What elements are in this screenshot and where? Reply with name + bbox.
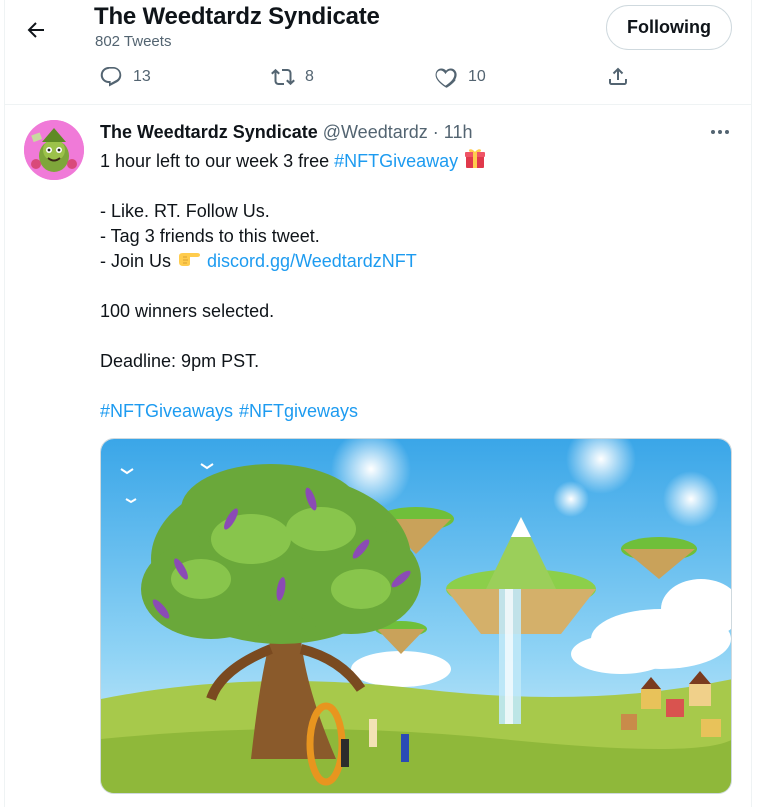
retweet-icon	[271, 68, 295, 86]
profile-title: The Weedtardz Syndicate	[94, 3, 380, 30]
tweet-line: Deadline: 9pm PST.	[100, 351, 260, 371]
tweet-line-text: 1 hour left to our week 3 free	[100, 151, 335, 171]
share-upload-icon	[609, 67, 627, 85]
tweet-count: 802 Tweets	[95, 33, 172, 50]
like-action[interactable]: 10	[434, 62, 486, 92]
author-handle[interactable]: @Weedtardz	[323, 122, 428, 142]
tweet-line: 100 winners selected.	[100, 301, 275, 321]
tweet-line: - Tag 3 friends to this tweet.	[100, 226, 320, 246]
tweet-media-image[interactable]	[100, 438, 732, 794]
tweet-line: #NFTGiveaways #NFTgiveways	[100, 399, 730, 424]
tweet-header: The Weedtardz Syndicate @Weedtardz · 11h	[100, 122, 472, 143]
separator-dot: ·	[432, 122, 439, 142]
discord-link[interactable]: discord.gg/WeedtardzNFT	[207, 249, 417, 274]
ellipsis-icon	[711, 130, 729, 134]
more-options-button[interactable]	[706, 122, 734, 142]
following-button[interactable]: Following	[606, 5, 732, 50]
like-count: 10	[468, 68, 486, 85]
tweet-line: 1 hour left to our week 3 free #NFTGivea…	[100, 149, 730, 174]
tweet-divider	[4, 104, 752, 105]
arrow-left-icon	[27, 22, 44, 38]
tweet-line-text: - Join Us	[100, 251, 172, 271]
retweet-action[interactable]: 8	[271, 62, 314, 92]
pointing-hand-emoji	[177, 248, 201, 275]
retweet-count: 8	[305, 68, 314, 85]
hashtag-link[interactable]: #NFTGiveaway	[334, 149, 458, 174]
tweet-line: - Join Us discord.gg/WeedtardzNFT	[100, 249, 730, 274]
gift-emoji	[464, 147, 486, 176]
tweet-line: - Like. RT. Follow Us.	[100, 201, 270, 221]
avatar[interactable]	[24, 120, 84, 180]
speech-bubble-icon	[100, 67, 122, 87]
fantasy-tree-illustration	[101, 439, 731, 793]
reply-count: 13	[133, 68, 151, 85]
back-button[interactable]	[16, 10, 56, 50]
share-action[interactable]	[606, 62, 630, 92]
heart-icon	[435, 68, 457, 88]
author-name[interactable]: The Weedtardz Syndicate	[100, 122, 318, 142]
weedtardz-avatar-image	[24, 120, 84, 180]
tweet-time[interactable]: 11h	[444, 122, 473, 142]
reply-action[interactable]: 13	[99, 62, 151, 92]
hashtag-link[interactable]: #NFTGiveaways	[100, 399, 233, 424]
hashtag-link[interactable]: #NFTgiveways	[239, 399, 358, 424]
tweet-text: 1 hour left to our week 3 free #NFTGivea…	[100, 149, 730, 424]
